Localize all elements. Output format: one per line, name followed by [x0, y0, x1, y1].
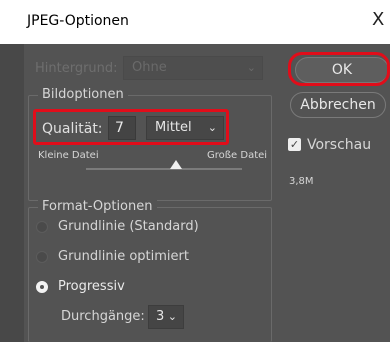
image-options-title: Bildoptionen	[38, 87, 128, 102]
slider-min-label: Kleine Datei	[38, 150, 99, 161]
slider-max-label: Große Datei	[207, 150, 268, 161]
cancel-button[interactable]: Abbrechen	[290, 92, 386, 118]
file-size-readout: 3,8M	[289, 176, 314, 187]
background-label: Hintergrund:	[35, 61, 118, 76]
background-select[interactable]: Ohne ⌄	[123, 56, 263, 80]
scans-select[interactable]: 3 ⌄	[148, 305, 184, 329]
format-options-title: Format-Optionen	[38, 199, 157, 214]
preview-label: Vorschau	[307, 137, 372, 153]
chevron-down-icon: ⌄	[167, 310, 177, 323]
quality-slider-thumb[interactable]	[170, 160, 183, 169]
quality-slider-track[interactable]	[86, 168, 242, 170]
scans-label: Durchgänge:	[61, 309, 145, 324]
option-progressive-label: Progressiv	[58, 279, 125, 294]
title-bar: JPEG-Optionen X	[0, 0, 390, 45]
radio-progressive[interactable]	[36, 281, 48, 293]
window-edge	[0, 44, 24, 342]
chevron-down-icon: ⌄	[246, 61, 256, 74]
preview-checkbox[interactable]: ✓	[288, 138, 301, 151]
option-baseline-optimized-label: Grundlinie optimiert	[58, 249, 189, 264]
dialog-body: Hintergrund: Ohne ⌄ Bildoptionen Qualitä…	[24, 44, 390, 342]
option-baseline-standard-label: Grundlinie (Standard)	[58, 219, 199, 234]
radio-baseline-standard[interactable]	[36, 221, 48, 233]
close-icon[interactable]: X	[372, 8, 390, 32]
background-select-value: Ohne	[132, 60, 167, 75]
quality-highlight	[33, 109, 229, 145]
radio-baseline-optimized[interactable]	[36, 251, 48, 263]
window-title: JPEG-Optionen	[27, 13, 129, 29]
scans-select-value: 3	[156, 309, 165, 324]
ok-highlight	[288, 52, 390, 86]
